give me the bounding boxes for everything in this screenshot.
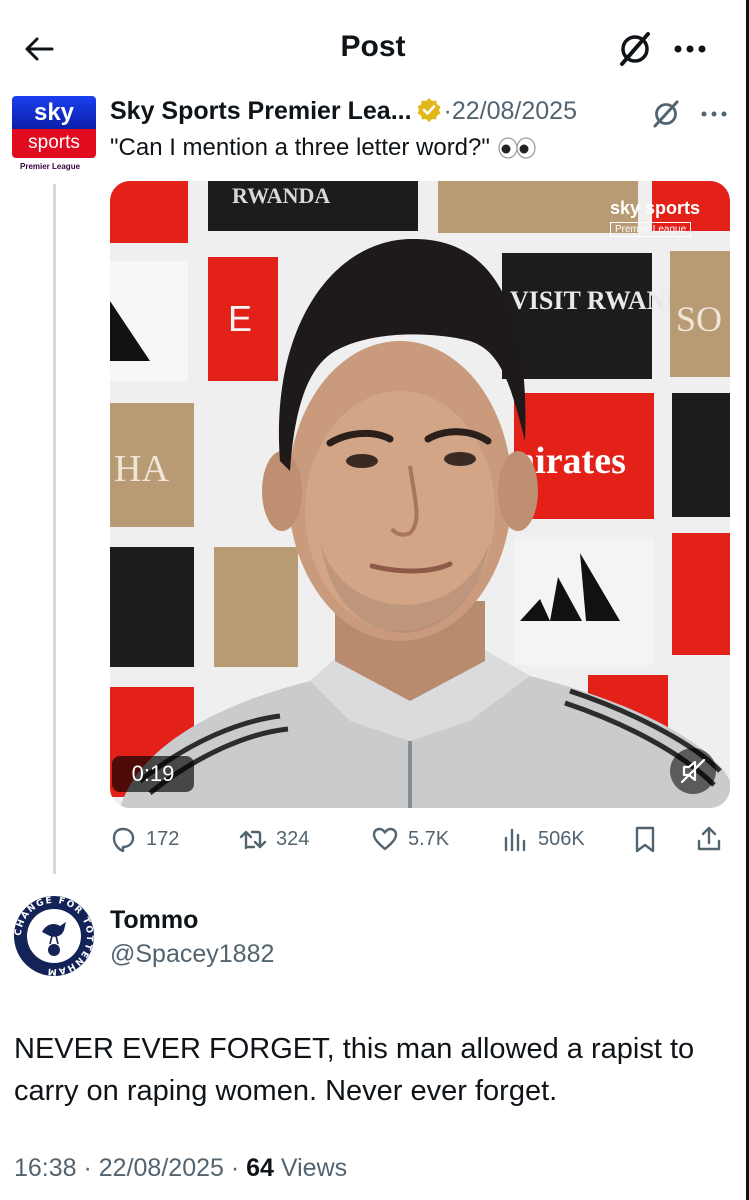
post-more-icon[interactable] [696,102,732,126]
like-icon [372,827,398,851]
mute-icon [680,758,706,784]
video-frame: RWANDA E VISIT RWANDA SO HA nirates [110,181,730,808]
author-name[interactable]: Sky Sports Premier Lea... [110,97,412,125]
avatar-subtitle: Premier League [20,162,81,171]
board-text-so: SO [676,299,722,339]
views-count: 506K [538,827,585,850]
grok-small-icon[interactable] [650,98,682,130]
views-icon [504,828,526,852]
more-icon[interactable] [670,35,710,63]
reply-icon [112,827,135,853]
share-action[interactable] [694,818,732,860]
mute-button[interactable] [670,748,716,794]
watermark-bottom: Premier League [610,222,692,237]
post-meta: 16:38 · 22/08/2025 · 64 Views [14,1154,347,1183]
repost-action[interactable]: 324 [238,818,309,860]
grok-icon[interactable] [616,30,654,68]
views-label: Views [273,1154,348,1182]
repost-icon [239,830,267,850]
post-text-content: "Can I mention a three letter word?" [110,134,490,161]
post-header: Sky Sports Premier Lea... ·22/08/2025 [110,97,577,131]
view-count: 64 [246,1154,274,1182]
like-count: 5.7K [408,827,450,850]
sky-sports-watermark: sky sports Premier League [610,198,718,237]
avatar-brand-bottom: sports [12,129,96,158]
tommo-avatar[interactable]: CHANGE FOR TOTTENHAM [12,894,96,978]
verified-badge-icon [417,98,441,122]
top-bar: Post [0,0,746,96]
reply-action[interactable]: 172 [108,818,179,860]
sky-sports-avatar[interactable]: sky sports Premier League [12,96,96,176]
post-timestamp[interactable]: 16:38 · 22/08/2025 · [14,1154,246,1182]
post-text: "Can I mention a three letter word?" [110,134,537,162]
reply-author-name[interactable]: Tommo [110,906,198,935]
reply-author-handle[interactable]: @Spacey1882 [110,940,274,969]
bookmark-action[interactable] [630,818,668,860]
reply-count: 172 [146,827,180,850]
spurs-badge-icon: CHANGE FOR TOTTENHAM [14,896,94,976]
video-duration: 0:19 [112,756,194,792]
share-icon [697,826,721,851]
video-player[interactable]: RWANDA E VISIT RWANDA SO HA nirates [110,181,730,808]
avatar-brand-top: sky [12,96,96,129]
post-date: ·22/08/2025 [443,97,577,125]
board-text-rwanda: RWANDA [232,183,330,208]
post-actions: 172 324 5.7K 506K [108,818,730,860]
eyes-emoji-icon [497,137,536,159]
like-action[interactable]: 5.7K [370,818,449,860]
reply-text: NEVER EVER FORGET, this man allowed a ra… [14,1033,695,1107]
watermark-top: sky sports [610,198,701,218]
views-action[interactable]: 506K [500,818,585,860]
board-text-e: E [228,298,252,339]
repost-count: 324 [276,827,310,850]
thread-connector [53,184,56,874]
board-text-ha: HA [114,448,169,490]
bookmark-icon [635,826,655,853]
